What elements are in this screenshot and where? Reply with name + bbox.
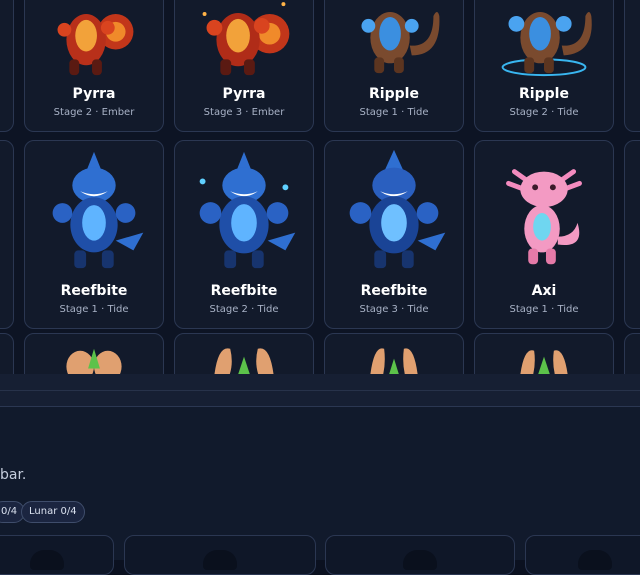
creature-name: Pyrra	[222, 86, 266, 102]
axi-artwork	[475, 141, 613, 281]
leaf-creature-artwork	[25, 334, 163, 374]
creature-card[interactable]: Ripple Stage 2 · Tide	[474, 0, 614, 132]
creature-card-partial[interactable]	[24, 333, 164, 374]
creature-name: Reefbite	[60, 283, 128, 299]
section-divider	[0, 374, 640, 407]
creature-silhouette	[30, 550, 64, 570]
creature-silhouette	[403, 550, 437, 570]
collection-card-partial[interactable]	[124, 535, 316, 575]
creature-stage-type: Stage 2 · Ember	[53, 107, 135, 118]
creature-grid[interactable]: Pyrra Stage 2 · Ember Pyrra Stage 3 · Em…	[0, 0, 640, 374]
creature-card-partial[interactable]	[0, 140, 14, 329]
divider-line	[0, 390, 640, 391]
creature-name: Ripple	[369, 86, 419, 102]
creature-card[interactable]: Reefbite Stage 3 · Tide	[324, 140, 464, 329]
creature-name: Reefbite	[210, 283, 278, 299]
creature-stage-type: Stage 2 · Tide	[509, 107, 579, 118]
creature-name: Ripple	[519, 86, 569, 102]
creature-card[interactable]: Pyrra Stage 3 · Ember	[174, 0, 314, 132]
creature-card[interactable]: Ripple Stage 1 · Tide	[324, 0, 464, 132]
creature-stage-type: Stage 1 · Tide	[59, 304, 129, 315]
creature-card-partial[interactable]	[0, 333, 14, 374]
creature-card-partial[interactable]	[624, 333, 640, 374]
collection-card-partial[interactable]	[525, 535, 640, 575]
creature-stage-type: Stage 1 · Tide	[359, 107, 429, 118]
creature-card-partial[interactable]	[474, 333, 614, 374]
leaf-creature-artwork	[475, 334, 613, 374]
creature-card[interactable]: Reefbite Stage 1 · Tide	[24, 140, 164, 329]
creature-card-partial[interactable]	[324, 333, 464, 374]
reefbite-artwork	[25, 141, 163, 281]
ripple-artwork	[325, 0, 463, 84]
creature-card[interactable]: Reefbite Stage 2 · Tide	[174, 140, 314, 329]
creature-card-partial[interactable]	[624, 140, 640, 329]
creature-silhouette	[578, 550, 612, 570]
creature-silhouette	[203, 550, 237, 570]
creature-stage-type: Stage 1 · Tide	[509, 304, 579, 315]
creature-card[interactable]: Axi Stage 1 · Tide	[474, 140, 614, 329]
reefbite-artwork	[325, 141, 463, 281]
creature-card[interactable]: Pyrra Stage 2 · Ember	[24, 0, 164, 132]
creature-name: Reefbite	[360, 283, 428, 299]
leaf-creature-artwork	[175, 334, 313, 374]
lunar-progress-chip[interactable]: Lunar 0/4	[21, 501, 85, 523]
lower-panel: bar. 0/4 Lunar 0/4	[0, 407, 640, 575]
leaf-creature-artwork	[325, 334, 463, 374]
creature-card-partial[interactable]	[0, 0, 14, 132]
pyrra-artwork	[25, 0, 163, 84]
collection-card-partial[interactable]	[325, 535, 515, 575]
collection-card-partial[interactable]	[0, 535, 114, 575]
creature-name: Pyrra	[72, 86, 116, 102]
creature-stage-type: Stage 3 · Tide	[359, 304, 429, 315]
pyrra-artwork	[175, 0, 313, 84]
creature-card-partial[interactable]	[174, 333, 314, 374]
ripple-artwork	[475, 0, 613, 84]
reefbite-artwork	[175, 141, 313, 281]
panel-description-text: bar.	[0, 467, 27, 483]
creature-stage-type: Stage 2 · Tide	[209, 304, 279, 315]
creature-name: Axi	[531, 283, 557, 299]
creature-card-partial[interactable]	[624, 0, 640, 132]
creature-stage-type: Stage 3 · Ember	[203, 107, 285, 118]
